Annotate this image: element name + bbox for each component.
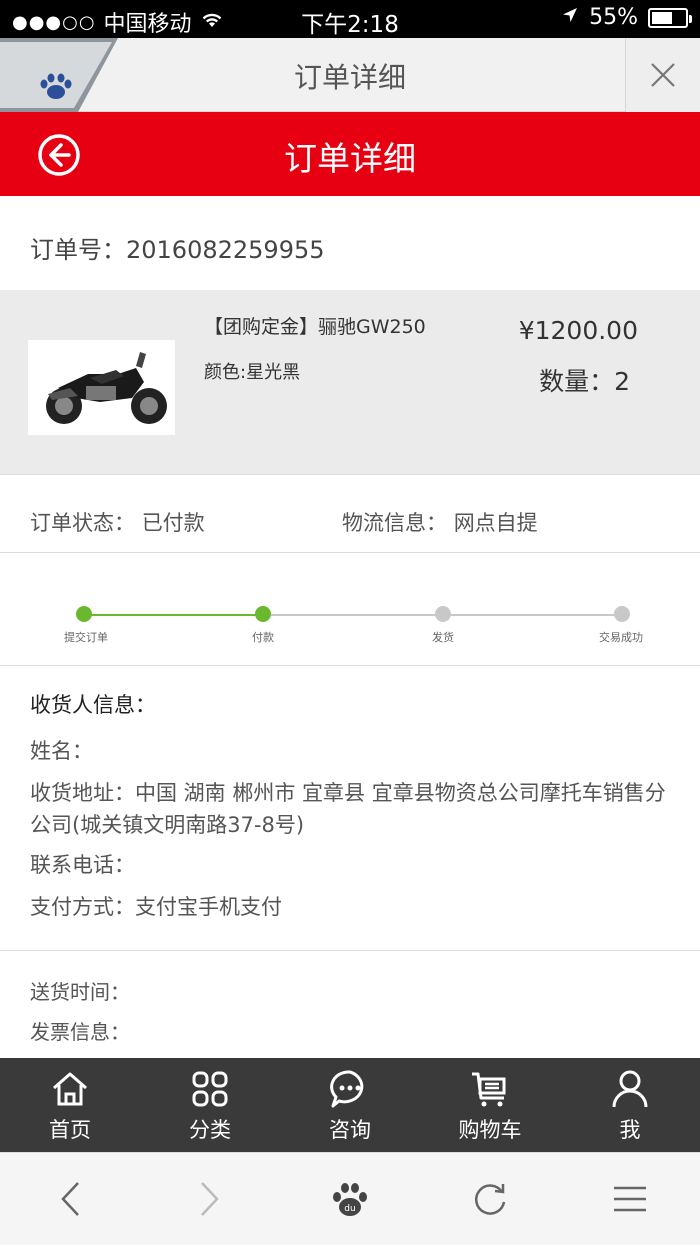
product-color: 颜色:星光黑 [204,362,301,383]
logistics-label: 物流信息： [342,511,447,535]
receiver-address-row: 收货地址：中国 湖南 郴州市 宜章县 宜章县物资总公司摩托车销售分公司(城关镇文… [30,777,672,841]
browser-refresh-button[interactable] [420,1153,560,1245]
order-progress: 提交订单 付款 发货 交易成功 [0,554,700,666]
progress-step-label: 付款 [252,631,274,644]
progress-step-label: 发货 [432,631,454,644]
status-bar: ●●●○○ 中国移动 下午2:18 55% [0,0,700,38]
order-number-section: 订单号：2016082259955 [0,196,700,290]
nav-consult-label: 咨询 [329,1118,371,1142]
nav-home-label: 首页 [49,1118,91,1142]
order-number-label: 订单号： [30,236,126,264]
nav-category[interactable]: 分类 [140,1058,280,1152]
nav-cart[interactable]: 购物车 [420,1058,560,1152]
cart-icon [472,1072,506,1107]
category-icon [192,1071,228,1107]
page-title: 订单详细 [284,139,416,178]
refresh-icon [475,1184,506,1215]
product-item[interactable]: 【团购定金】骊驰GW250 颜色:星光黑 ¥1200.00 数量：2 [0,290,700,475]
receiver-name-label: 姓名： [30,739,93,763]
home-icon [53,1072,87,1106]
nav-category-label: 分类 [189,1118,231,1142]
receiver-info-section: 收货人信息： 姓名： 收货地址：中国 湖南 郴州市 宜章县 宜章县物资总公司摩托… [0,667,700,951]
progress-dot [255,606,271,622]
receiver-phone-row: 联系电话： [30,849,672,881]
progress-step-label: 提交订单 [64,631,108,644]
nav-me-label: 我 [619,1118,641,1142]
invoice-info-label: 发票信息： [30,1020,130,1044]
payment-method-label: 支付方式： [30,895,135,919]
user-icon [612,1070,648,1108]
progress-line-1 [84,614,263,616]
payment-method-row: 支付方式：支付宝手机支付 [30,891,672,923]
nav-cart-label: 购物车 [458,1118,522,1142]
delivery-time-label: 送货时间： [30,980,130,1004]
nav-me[interactable]: 我 [560,1058,700,1152]
progress-dot [614,606,630,622]
browser-toolbar: du [0,1152,700,1245]
product-quantity: 数量：2 [539,367,630,396]
progress-step-label: 交易成功 [599,631,643,644]
browser-menu-button[interactable] [560,1153,700,1245]
order-status-label: 订单状态： [30,511,135,535]
browser-home-button[interactable]: du [280,1153,420,1245]
order-number-value: 2016082259955 [126,236,325,264]
product-price: ¥1200.00 [518,316,638,345]
logistics-value: 网点自提 [453,511,538,535]
product-image[interactable] [28,340,175,435]
svg-text:du: du [344,1204,355,1214]
nav-consult[interactable]: 咨询 [280,1058,420,1152]
progress-dot [76,606,92,622]
close-icon [651,63,675,87]
order-number: 订单号：2016082259955 [30,230,325,265]
order-status-row: 订单状态： 已付款 物流信息： 网点自提 [0,475,700,553]
baidu-paw-icon: du [333,1183,367,1216]
location-arrow-icon [561,5,579,30]
progress-line-2 [263,614,443,616]
browser-page-title: 订单详细 [293,61,406,94]
nav-home[interactable]: 首页 [0,1058,140,1152]
browser-title-bar: 订单详细 [0,38,700,112]
status-right: 55% [561,5,692,30]
receiver-address-label: 收货地址： [30,781,135,805]
payment-method-value: 支付宝手机支付 [135,895,282,919]
close-button[interactable] [625,38,700,112]
receiver-phone-label: 联系电话： [30,853,135,877]
battery-icon [648,7,692,28]
product-name: 【团购定金】骊驰GW250 [204,316,426,338]
chat-icon [330,1070,364,1108]
progress-dot [435,606,451,622]
menu-icon [614,1186,646,1212]
receiver-heading: 收货人信息： [30,693,156,717]
page-header: 订单详细 [0,112,700,196]
order-status-value: 已付款 [141,511,205,535]
bottom-nav: 首页 分类 咨询 购物车 我 [0,1058,700,1152]
progress-line-3 [443,614,622,616]
battery-percent: 55% [589,5,638,30]
browser-back-button[interactable] [0,1153,140,1245]
chevron-right-icon [201,1182,219,1216]
chevron-left-icon [61,1182,79,1216]
browser-forward-button[interactable] [140,1153,280,1245]
receiver-name-row: 姓名： [30,735,672,767]
logistics-info: 物流信息： 网点自提 [342,507,538,537]
extra-info-section: 送货时间： 发票信息： [0,952,700,1058]
order-status: 订单状态： 已付款 [30,507,205,537]
